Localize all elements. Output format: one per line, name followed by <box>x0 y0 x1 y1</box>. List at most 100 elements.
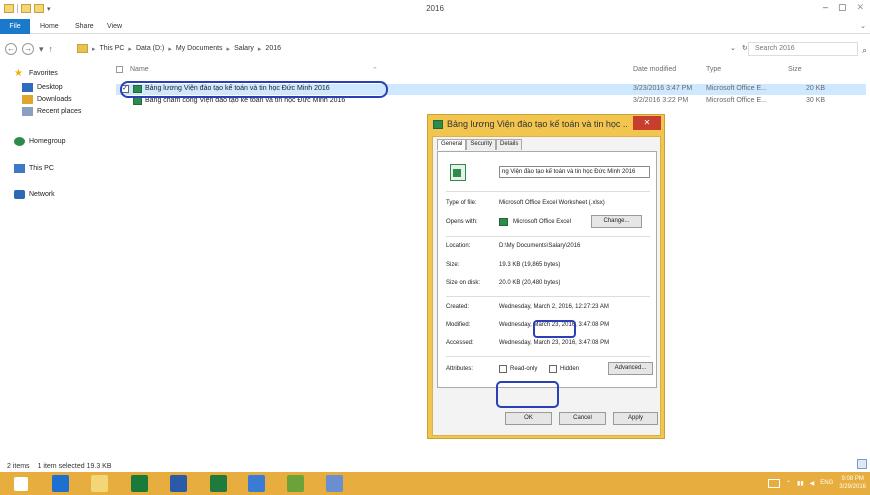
dialog-close-button[interactable]: ✕ <box>633 116 661 130</box>
minimize-button[interactable]: – <box>823 2 828 13</box>
address-actions: ⌄ ↻ <box>730 44 748 52</box>
select-all-checkbox[interactable] <box>116 66 123 73</box>
file-size: 20 KB <box>806 85 826 92</box>
excel-icon[interactable] <box>210 475 227 492</box>
title-bar: ▾ 2016 – ▢ ✕ <box>0 0 870 19</box>
column-header-name[interactable]: Name <box>130 66 149 73</box>
dialog-tabs: General Security Details <box>437 139 523 150</box>
sidebar-item-network[interactable]: Network <box>14 190 55 199</box>
sidebar-item-recent-places[interactable]: Recent places <box>22 107 81 116</box>
volume-icon[interactable]: ◀ <box>810 480 815 487</box>
hidden-label: Hidden <box>560 366 580 372</box>
opens-with-value: Microsoft Office Excel <box>513 219 571 225</box>
word-icon[interactable] <box>170 475 187 492</box>
created-value: Wednesday, March 2, 2016, 12:27:23 AM <box>499 304 609 310</box>
sidebar-item-this-pc[interactable]: This PC <box>14 164 54 173</box>
recent-locations-icon[interactable]: ▾ <box>39 44 44 55</box>
attributes-label: Attributes: <box>446 366 474 372</box>
keyboard-icon[interactable] <box>768 478 781 488</box>
excel-file-icon <box>433 120 443 129</box>
column-header-type[interactable]: Type <box>706 66 721 73</box>
sidebar-item-favorites[interactable]: ★ Favorites <box>14 68 58 79</box>
file-explorer-icon[interactable] <box>91 475 108 492</box>
size-on-disk-value: 20.0 KB (20,480 bytes) <box>499 280 561 286</box>
divider <box>446 236 650 237</box>
sidebar-item-label: Favorites <box>29 70 58 77</box>
tab-details[interactable]: Details <box>496 139 523 150</box>
filename-field[interactable]: ng Viện đào tạo kế toán và tin học Đức M… <box>499 166 650 178</box>
sidebar-item-label: Network <box>29 191 55 198</box>
app-icon[interactable] <box>248 475 265 492</box>
breadcrumb-separator: ▸ <box>128 45 132 53</box>
breadcrumb-this-pc[interactable]: This PC <box>100 45 125 52</box>
column-headers: Name ⌃ Date modified Type Size <box>116 62 866 76</box>
details-view-icon[interactable] <box>857 459 867 469</box>
selection-info: 1 item selected 19.3 KB <box>37 463 112 470</box>
tab-security[interactable]: Security <box>466 139 497 150</box>
up-icon[interactable]: ↑ <box>49 44 54 54</box>
general-panel: ng Viện đào tạo kế toán và tin học Đức M… <box>437 151 657 388</box>
window-title: 2016 <box>426 4 444 13</box>
breadcrumb-separator: ▸ <box>168 45 172 53</box>
ok-button[interactable]: OK <box>505 412 552 425</box>
close-button[interactable]: ✕ <box>856 2 864 13</box>
breadcrumb-salary[interactable]: Salary <box>234 45 254 52</box>
column-header-size[interactable]: Size <box>788 66 802 73</box>
sidebar-item-downloads[interactable]: Downloads <box>22 95 72 104</box>
breadcrumb-data-drive[interactable]: Data (D:) <box>136 45 164 52</box>
internet-explorer-icon[interactable] <box>52 475 69 492</box>
file-date: 3/2/2016 3:22 PM <box>633 97 689 104</box>
breadcrumb-separator: ▸ <box>257 45 262 53</box>
folder-icon <box>77 44 88 53</box>
readonly-checkbox[interactable] <box>499 365 507 373</box>
advanced-button[interactable]: Advanced... <box>608 362 653 375</box>
apply-button[interactable]: Apply <box>613 412 658 425</box>
chevron-up-icon[interactable]: ⌃ <box>786 480 791 487</box>
chevron-down-icon[interactable]: ⌄ <box>730 44 736 52</box>
search-input[interactable]: Search 2016 <box>748 42 858 56</box>
refresh-icon[interactable]: ↻ <box>742 44 748 52</box>
store-icon[interactable] <box>131 475 148 492</box>
network-tray-icon[interactable]: ▮▮ <box>797 480 804 487</box>
start-icon[interactable] <box>14 477 28 491</box>
sidebar-item-label: Homegroup <box>29 138 66 145</box>
forward-icon[interactable]: → <box>22 43 34 55</box>
clock[interactable]: 9:08 PM 3/29/2016 <box>839 475 866 491</box>
expand-ribbon-icon[interactable]: ⌄ <box>860 19 866 34</box>
change-button[interactable]: Change... <box>591 215 642 228</box>
app-icon[interactable] <box>326 475 343 492</box>
status-bar: 2 items 1 item selected 19.3 KB <box>7 463 112 470</box>
search-icon[interactable]: ⌕ <box>862 45 867 56</box>
cancel-button[interactable]: Cancel <box>559 412 606 425</box>
sidebar-item-desktop[interactable]: Desktop <box>22 83 63 92</box>
maximize-button[interactable]: ▢ <box>838 2 847 13</box>
breadcrumb-2016[interactable]: 2016 <box>265 45 281 52</box>
back-icon[interactable]: ← <box>5 43 17 55</box>
tab-share[interactable]: Share <box>75 19 94 34</box>
tab-general[interactable]: General <box>437 139 467 150</box>
tab-file[interactable]: File <box>0 19 30 34</box>
highlight-annotation <box>533 320 576 338</box>
address-bar: ← → ▾ ↑ ▸ This PC ▸ Data (D:) ▸ My Docum… <box>0 41 870 59</box>
location-value: D:\My Documents\Salary\2016 <box>499 243 581 249</box>
modified-label: Modified: <box>446 322 471 328</box>
language-indicator[interactable]: ENG <box>820 480 833 486</box>
tab-view[interactable]: View <box>107 19 122 34</box>
star-icon: ★ <box>14 68 23 79</box>
column-header-date[interactable]: Date modified <box>633 66 676 73</box>
sidebar-item-label: Downloads <box>37 96 72 103</box>
size-label: Size: <box>446 262 460 268</box>
breadcrumb-my-documents[interactable]: My Documents <box>176 45 223 52</box>
clock-time: 9:08 PM <box>841 476 864 482</box>
excel-file-icon <box>133 97 142 105</box>
app-icon[interactable] <box>287 475 304 492</box>
tab-home[interactable]: Home <box>40 19 59 34</box>
breadcrumb[interactable]: ▸ This PC ▸ Data (D:) ▸ My Documents ▸ S… <box>77 44 281 53</box>
breadcrumb-separator: ▸ <box>92 45 96 53</box>
excel-file-icon <box>450 164 466 181</box>
dialog-title-bar: Bảng lương Viện đào tạo kế toán và tin h… <box>428 115 666 134</box>
item-count: 2 items <box>7 463 30 470</box>
location-label: Location: <box>446 243 471 249</box>
sidebar-item-homegroup[interactable]: Homegroup <box>14 137 66 146</box>
hidden-checkbox[interactable] <box>549 365 557 373</box>
